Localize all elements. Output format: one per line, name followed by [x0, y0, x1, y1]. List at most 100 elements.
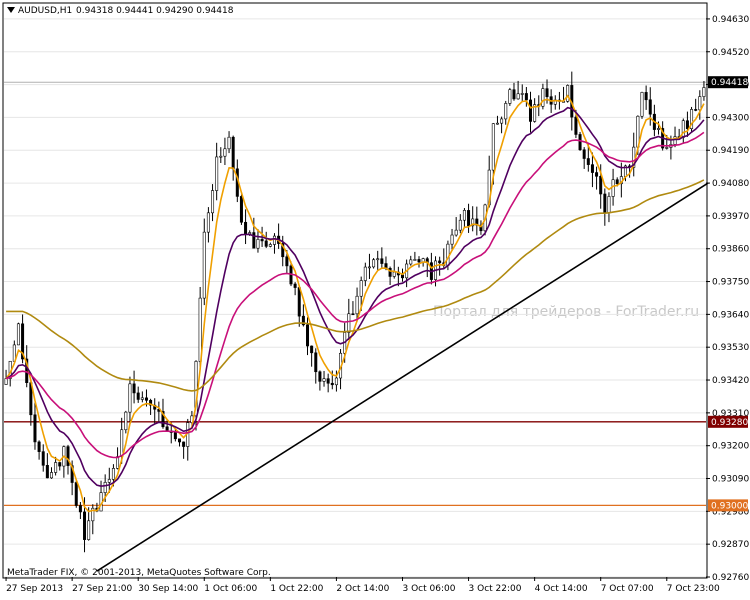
- candle-body: [45, 465, 49, 479]
- candle-body: [272, 235, 276, 245]
- candle-body: [586, 158, 590, 165]
- watermark: Портал для трейдеров - ForTrader.ru: [433, 304, 699, 320]
- candle-body: [326, 378, 330, 384]
- y-tick-label: 0.93200: [712, 442, 749, 452]
- candle-body: [359, 280, 363, 297]
- y-tick-label: 0.94630: [712, 15, 749, 25]
- candle-body: [528, 99, 532, 122]
- candle-body: [83, 511, 87, 540]
- chart-header: AUDUSD,H1 0.94318 0.94441 0.94290 0.9441…: [7, 6, 234, 16]
- candle-body: [702, 87, 706, 97]
- candle-body: [524, 93, 528, 101]
- candle-body: [318, 371, 322, 382]
- x-tick-label: 27 Sep 21:00: [72, 584, 132, 594]
- candle-body: [611, 179, 615, 197]
- candle-body: [136, 392, 140, 400]
- candle-body: [239, 196, 243, 223]
- candle-body: [644, 92, 648, 101]
- candle-body: [310, 345, 314, 354]
- candle-body: [607, 196, 611, 213]
- candle-body: [297, 287, 301, 317]
- candle-body: [124, 411, 128, 431]
- candle-body: [454, 229, 458, 236]
- y-tick-label: 0.93530: [712, 343, 749, 353]
- candle-body: [413, 259, 417, 261]
- candle-body: [54, 462, 58, 473]
- candle-body: [16, 323, 20, 346]
- candle-body: [685, 120, 689, 129]
- candle-body: [351, 313, 355, 316]
- candle-body: [640, 92, 644, 117]
- candle-body: [260, 239, 264, 242]
- candle-body: [111, 468, 115, 480]
- candle-body: [545, 88, 549, 97]
- candle-body: [363, 266, 367, 281]
- candle-body: [665, 147, 669, 149]
- candle-body: [103, 482, 107, 493]
- candle-body: [694, 109, 698, 111]
- candle-body: [120, 429, 124, 457]
- candle-body: [231, 136, 235, 170]
- candle-body: [334, 377, 338, 386]
- candle-body: [173, 432, 177, 440]
- header-ohlc: 0.94318 0.94441 0.94290 0.94418: [76, 6, 234, 16]
- candle-body: [574, 116, 578, 135]
- candle-body: [202, 231, 206, 299]
- candle-body: [400, 274, 404, 279]
- candle-body: [37, 441, 41, 452]
- candle-body: [285, 256, 289, 267]
- candle-body: [87, 520, 91, 540]
- x-tick-label: 4 Oct 14:00: [535, 584, 588, 594]
- candle-body: [504, 103, 508, 120]
- candle-body: [256, 239, 260, 249]
- candle-body: [66, 446, 70, 466]
- candle-body: [590, 164, 594, 173]
- candle-body: [116, 456, 120, 469]
- x-tick-label: 27 Sep 2013: [6, 584, 63, 594]
- candle-body: [227, 136, 231, 150]
- y-tick-label: 0.92760: [712, 573, 749, 583]
- candle-body: [306, 324, 310, 347]
- candle-body: [648, 99, 652, 115]
- candle-body: [33, 414, 37, 443]
- price-tag-label: 0.94418: [711, 78, 748, 88]
- candle-body: [516, 93, 520, 100]
- candle-body: [582, 149, 586, 159]
- x-tick-label: 1 Oct 06:00: [204, 584, 257, 594]
- candle-body: [520, 93, 524, 95]
- candle-body: [49, 472, 53, 479]
- x-tick-label: 2 Oct 14:00: [336, 584, 389, 594]
- candle-body: [268, 244, 272, 247]
- candle-body: [458, 219, 462, 231]
- candle-body: [491, 123, 495, 171]
- candle-body: [223, 148, 227, 157]
- y-tick-label: 0.94190: [712, 146, 749, 156]
- candle-body: [322, 378, 326, 382]
- y-tick-label: 0.94080: [712, 179, 749, 189]
- candle-body: [467, 210, 471, 227]
- candle-body: [330, 382, 334, 386]
- candle-body: [41, 451, 45, 466]
- x-tick-label: 3 Oct 22:00: [469, 584, 522, 594]
- copyright-text: MetaTrader FIX, © 2001-2013, MetaQuotes …: [7, 568, 271, 578]
- candle-body: [566, 85, 570, 102]
- candle-body: [355, 295, 359, 315]
- x-tick-label: 7 Oct 23:00: [667, 584, 720, 594]
- candle-body: [211, 190, 215, 214]
- candle-body: [599, 175, 603, 195]
- candle-body: [698, 96, 702, 111]
- price-tag-label: 0.93000: [711, 501, 748, 511]
- candle-body: [578, 134, 582, 151]
- candle-body: [376, 258, 380, 261]
- candle-body: [495, 122, 499, 125]
- y-tick-label: 0.93640: [712, 310, 749, 320]
- x-tick-label: 1 Oct 22:00: [270, 584, 323, 594]
- y-tick-label: 0.93090: [712, 475, 749, 485]
- price-chart[interactable]: Портал для трейдеров - ForTrader.ru 0.94…: [0, 0, 750, 600]
- candle-body: [367, 266, 371, 269]
- y-tick-label: 0.93750: [712, 278, 749, 288]
- y-tick-label: 0.93860: [712, 245, 749, 255]
- candle-body: [392, 271, 396, 277]
- candle-body: [58, 462, 62, 467]
- y-tick-label: 0.94300: [712, 113, 749, 123]
